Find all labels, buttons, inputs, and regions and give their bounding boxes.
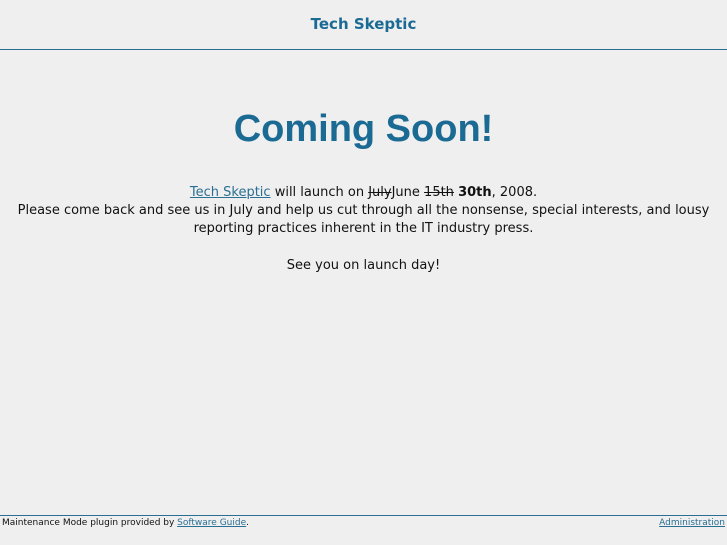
invitation-paragraph: Please come back and see us in July and … bbox=[17, 203, 710, 236]
administration-link[interactable]: Administration bbox=[659, 518, 725, 528]
main-content: Coming Soon! Tech Skeptic will launch on… bbox=[0, 104, 727, 275]
tech-skeptic-link[interactable]: Tech Skeptic bbox=[190, 185, 271, 200]
launch-month: June bbox=[391, 185, 425, 200]
coming-soon-heading: Coming Soon! bbox=[233, 108, 494, 150]
header-bar: Tech Skeptic bbox=[0, 0, 727, 50]
footer-credit: Maintenance Mode plugin provided by Soft… bbox=[2, 518, 249, 528]
launch-day: 30th bbox=[458, 185, 492, 200]
struck-month: July bbox=[368, 185, 392, 200]
footer-period: . bbox=[246, 518, 250, 528]
footer-bar: Maintenance Mode plugin provided by Soft… bbox=[0, 515, 727, 545]
launch-text: will launch on bbox=[270, 185, 369, 200]
footer-credit-text: Maintenance Mode plugin provided by bbox=[2, 518, 178, 528]
launch-year: , 2008. bbox=[491, 185, 538, 200]
site-title: Tech Skeptic bbox=[310, 15, 417, 33]
launch-announcement: Tech Skeptic will launch on JulyJune 15t… bbox=[0, 184, 727, 202]
software-guide-link[interactable]: Software Guide bbox=[177, 518, 246, 528]
closing-text: See you on launch day! bbox=[286, 258, 441, 273]
struck-day: 15th bbox=[424, 185, 454, 200]
